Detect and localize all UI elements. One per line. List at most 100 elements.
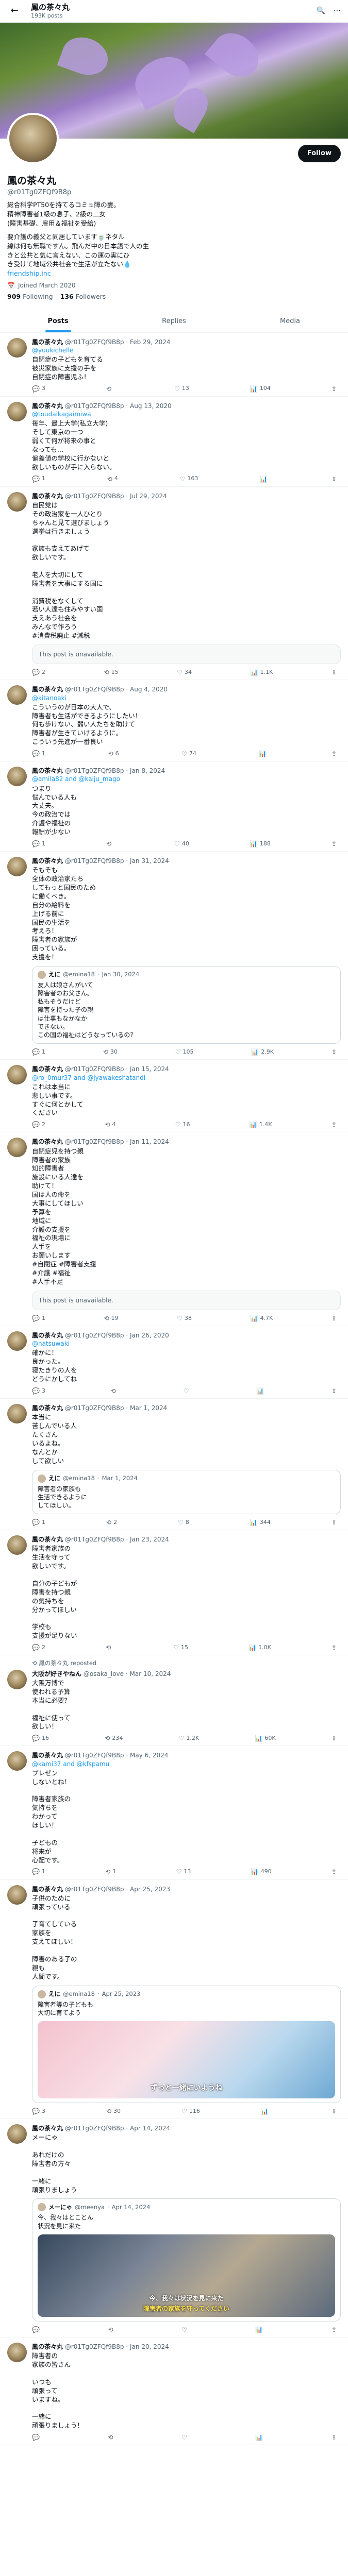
reply-button[interactable]: 💬 16 [32, 1734, 49, 1742]
tab-posts[interactable]: Posts [0, 311, 116, 332]
reply-button[interactable]: 💬 3 [32, 2107, 45, 2115]
back-button[interactable]: ← [7, 4, 22, 19]
tweet[interactable]: 鳳の茶々丸 @r01Tg0ZFQf9B8p · Jan 31, 2024 そもそも… [0, 852, 348, 1060]
views-button[interactable]: 📊 [261, 2107, 271, 2115]
tweet-date[interactable]: Apr 14, 2024 [130, 2125, 170, 2132]
views-button[interactable]: 📊 [255, 2326, 265, 2334]
repost-button[interactable]: ⟲ [106, 385, 113, 393]
views-button[interactable]: 📊 1.1K [251, 668, 273, 676]
views-button[interactable]: 📊 60K [255, 1734, 275, 1742]
reply-to-handle[interactable]: @yuukichelle [32, 347, 73, 354]
tweet[interactable]: 鳳の茶々丸 @r01Tg0ZFQf9B8p · May 6, 2024 @kami… [0, 1746, 348, 1880]
share-button[interactable]: ⇪ [332, 1121, 337, 1129]
reposted-tweet[interactable]: ⟲ 鳳の茶々丸 reposted 大阪が好きやねん @osaka_love · … [0, 1655, 348, 1747]
reply-button[interactable]: 💬 1 [32, 475, 45, 483]
avatar[interactable] [7, 767, 27, 787]
avatar[interactable] [7, 685, 27, 705]
avatar[interactable] [7, 1535, 27, 1555]
repost-button[interactable]: ⟲ [106, 1643, 113, 1652]
quoted-tweet[interactable]: えに @emina18 · Apr 25, 2023 障害者等の子どもも 大切に育てよう… [32, 1985, 341, 2103]
repost-button[interactable]: ⟲ 19 [104, 1314, 119, 1323]
avatar[interactable] [7, 401, 27, 421]
tweet-author[interactable]: 鳳の茶々丸 [32, 1752, 63, 1759]
avatar[interactable] [7, 1751, 27, 1771]
views-button[interactable]: 📊 [259, 750, 269, 758]
reply-button[interactable]: 💬 2 [32, 668, 45, 676]
views-button[interactable]: 📊 4.7K [251, 1314, 273, 1323]
like-button[interactable]: ♡ 13 [174, 385, 189, 393]
like-button[interactable]: ♡ 116 [181, 2107, 200, 2115]
tweet-date[interactable]: Jan 20, 2024 [130, 2343, 169, 2350]
tweet[interactable]: 鳳の茶々丸 @r01Tg0ZFQf9B8p · Aug 13, 2020 @tou… [0, 397, 348, 487]
tweet-author[interactable]: 鳳の茶々丸 [32, 767, 63, 774]
tweet[interactable]: 鳳の茶々丸 @r01Tg0ZFQf9B8p · Jan 11, 2024 自閉症児… [0, 1132, 348, 1327]
reply-button[interactable]: 💬 1 [32, 1048, 45, 1056]
avatar[interactable] [7, 1669, 27, 1689]
quote-author[interactable]: メーにゃ [48, 2204, 72, 2212]
reply-to-handle[interactable]: @kami37 and @kfspamu [32, 1760, 109, 1768]
share-button[interactable]: ⇪ [332, 1387, 337, 1395]
repost-button[interactable]: ⟲ 30 [106, 2107, 121, 2115]
avatar[interactable] [7, 1065, 27, 1085]
tweet[interactable]: 鳳の茶々丸 @r01Tg0ZFQf9B8p · Jan 20, 2024 障害者の… [0, 2337, 348, 2446]
repost-button[interactable]: ⟲ 2 [106, 1518, 117, 1527]
avatar[interactable] [7, 1331, 27, 1351]
avatar[interactable] [7, 2124, 27, 2144]
reply-to-handle[interactable]: @amila82 and @kaiju_mago [32, 775, 120, 783]
reply-button[interactable]: 💬 3 [32, 385, 45, 393]
views-button[interactable]: 📊 [256, 1387, 266, 1395]
tweet-author[interactable]: 鳳の茶々丸 [32, 857, 63, 865]
views-button[interactable]: 📊 188 [250, 840, 271, 848]
avatar[interactable] [7, 1404, 27, 1424]
avatar[interactable] [7, 1885, 27, 1905]
tweet[interactable]: 鳳の茶々丸 @r01Tg0ZFQf9B8p · Jan 23, 2024 障害者家… [0, 1530, 348, 1656]
quote-image[interactable]: 今、我々は状況を見に来た 障害者の家族を守ってください [38, 2234, 335, 2317]
reply-to-handle[interactable]: @toudaikagaimiwa [32, 411, 91, 418]
tab-media[interactable]: Media [232, 311, 348, 332]
like-button[interactable]: ♡ 38 [177, 1314, 192, 1323]
like-button[interactable]: ♡ [181, 2433, 189, 2442]
tweet-date[interactable]: Jan 23, 2024 [130, 1536, 169, 1543]
like-button[interactable]: ♡ 13 [176, 1868, 191, 1876]
share-button[interactable]: ⇪ [332, 668, 337, 676]
quote-author[interactable]: えに [48, 971, 60, 979]
repost-button[interactable]: ⟲ 30 [103, 1048, 118, 1056]
tweet-date[interactable]: Jan 8, 2024 [130, 767, 165, 774]
tweet-date[interactable]: Jan 15, 2024 [130, 1065, 169, 1073]
share-button[interactable]: ⇪ [332, 2326, 337, 2334]
tweet[interactable]: 鳳の茶々丸 @r01Tg0ZFQf9B8p · Jan 8, 2024 @amil… [0, 761, 348, 852]
avatar[interactable] [7, 113, 59, 164]
repost-button[interactable]: ⟲ [106, 840, 113, 848]
tweet-author[interactable]: 鳳の茶々丸 [32, 1138, 63, 1145]
tab-replies[interactable]: Replies [116, 311, 232, 332]
tweet[interactable]: 鳳の茶々丸 @r01Tg0ZFQf9B8p · Apr 14, 2024 メーにゃ… [0, 2119, 348, 2337]
share-button[interactable]: ⇪ [332, 475, 337, 483]
views-button[interactable]: 📊 104 [250, 385, 271, 393]
views-button[interactable]: 📊 [260, 475, 270, 483]
tweet-author[interactable]: 鳳の茶々丸 [32, 1404, 63, 1412]
quoted-tweet[interactable]: メーにゃ @meenya · Apr 14, 2024 今、我々はとことん 状況を見に来… [32, 2198, 341, 2321]
share-button[interactable]: ⇪ [332, 1868, 337, 1876]
share-button[interactable]: ⇪ [332, 1048, 337, 1056]
share-button[interactable]: ⇪ [332, 2433, 337, 2442]
follow-button[interactable]: Follow [297, 145, 341, 162]
reply-button[interactable]: 💬 [32, 2433, 42, 2442]
like-button[interactable]: ♡ 8 [178, 1518, 189, 1527]
repost-button[interactable]: ⟲ [108, 2326, 115, 2334]
reply-button[interactable]: 💬 1 [32, 1868, 45, 1876]
reply-button[interactable]: 💬 2 [32, 1121, 45, 1129]
like-button[interactable]: ♡ 34 [177, 668, 192, 676]
repost-button[interactable]: ⟲ [111, 1387, 118, 1395]
tweet-date[interactable]: Jan 31, 2024 [130, 857, 169, 865]
share-button[interactable]: ⇪ [332, 1314, 337, 1323]
like-button[interactable]: ♡ 15 [173, 1643, 188, 1652]
like-button[interactable]: ♡ 163 [180, 475, 198, 483]
avatar[interactable] [7, 492, 27, 512]
tweet-date[interactable]: Apr 25, 2023 [130, 1886, 170, 1893]
reply-button[interactable]: 💬 3 [32, 1387, 45, 1395]
repost-button[interactable]: ⟲ [108, 2433, 115, 2442]
views-button[interactable]: 📊 [255, 2433, 265, 2442]
reply-to-handle[interactable]: @ro_0mur37 and @jyawakeshatandi [32, 1074, 145, 1081]
like-button[interactable]: ♡ 1.2K [179, 1734, 199, 1742]
views-button[interactable]: 📊 1.0K [248, 1643, 271, 1652]
